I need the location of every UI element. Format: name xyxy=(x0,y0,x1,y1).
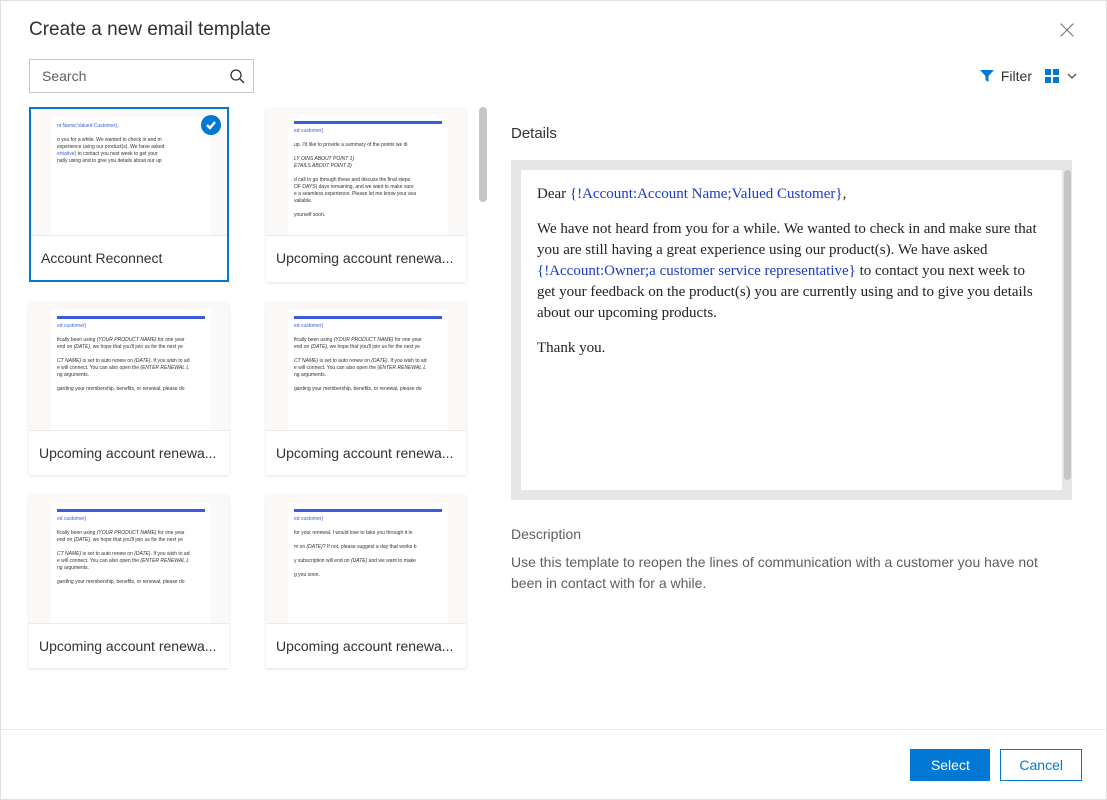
selected-check-icon xyxy=(201,115,221,135)
dialog-footer: Select Cancel xyxy=(1,729,1106,799)
gallery-scrollbar[interactable] xyxy=(479,107,487,202)
filter-label: Filter xyxy=(1001,68,1032,84)
right-tools: Filter xyxy=(979,68,1078,84)
preview-thanks: Thank you. xyxy=(537,338,1046,359)
template-card[interactable]: ed customer} fically been using (YOUR PR… xyxy=(29,495,229,668)
filter-button[interactable]: Filter xyxy=(979,68,1032,84)
template-card-label: Account Reconnect xyxy=(31,235,227,280)
template-card[interactable]: ed customer} for your renewal. I would l… xyxy=(266,495,466,668)
cancel-button[interactable]: Cancel xyxy=(1000,749,1082,781)
template-card-label: Upcoming account renewa... xyxy=(266,623,466,668)
view-toggle[interactable] xyxy=(1044,68,1078,84)
chevron-down-icon xyxy=(1066,70,1078,82)
template-thumbnail: nt Name;Valued Customer}, o you for a wh… xyxy=(31,109,227,235)
merge-field: {!Account:Owner;a customer service repre… xyxy=(537,263,856,279)
search-input[interactable] xyxy=(42,68,229,84)
template-preview: Dear {!Account:Account Name;Valued Custo… xyxy=(511,160,1072,500)
template-card-label: Upcoming account renewa... xyxy=(266,430,466,475)
template-thumbnail: ed customer} up. I'd like to provide a s… xyxy=(266,107,466,235)
dialog-title: Create a new email template xyxy=(29,19,271,41)
description-text: Use this template to reopen the lines of… xyxy=(511,552,1072,594)
filter-icon xyxy=(979,68,995,84)
dialog-header: Create a new email template xyxy=(1,1,1106,59)
details-heading: Details xyxy=(511,125,1072,142)
template-card-label: Upcoming account renewa... xyxy=(29,623,229,668)
merge-field: {!Account:Account Name;Valued Customer} xyxy=(570,186,843,202)
gallery-grid: nt Name;Valued Customer}, o you for a wh… xyxy=(29,107,481,698)
preview-text: We have not heard from you for a while. … xyxy=(537,221,1037,258)
preview-greeting: Dear {!Account:Account Name;Valued Custo… xyxy=(537,184,1046,205)
grid-icon xyxy=(1044,68,1060,84)
search-icon xyxy=(229,68,245,84)
template-card-label: Upcoming account renewa... xyxy=(29,430,229,475)
template-card[interactable]: ed customer} up. I'd like to provide a s… xyxy=(266,107,466,282)
details-pane: Details Dear {!Account:Account Name;Valu… xyxy=(491,107,1106,728)
template-card[interactable]: nt Name;Valued Customer}, o you for a wh… xyxy=(29,107,229,282)
template-card[interactable]: ed customer} fically been using (YOUR PR… xyxy=(29,302,229,475)
template-thumbnail: ed customer} fically been using (YOUR PR… xyxy=(266,302,466,430)
toolbar: Filter xyxy=(1,59,1106,107)
preview-content: Dear {!Account:Account Name;Valued Custo… xyxy=(521,170,1062,490)
template-card[interactable]: ed customer} fically been using (YOUR PR… xyxy=(266,302,466,475)
template-thumbnail: ed customer} fically been using (YOUR PR… xyxy=(29,302,229,430)
preview-scrollbar[interactable] xyxy=(1064,170,1071,480)
preview-text: , xyxy=(843,186,847,202)
preview-body: We have not heard from you for a while. … xyxy=(537,219,1046,324)
template-thumbnail: ed customer} fically been using (YOUR PR… xyxy=(29,495,229,623)
template-thumbnail: ed customer} for your renewal. I would l… xyxy=(266,495,466,623)
template-gallery: nt Name;Valued Customer}, o you for a wh… xyxy=(1,107,491,728)
preview-text: Dear xyxy=(537,186,570,202)
search-box[interactable] xyxy=(29,59,254,93)
template-card-label: Upcoming account renewa... xyxy=(266,235,466,280)
description-heading: Description xyxy=(511,526,1072,542)
select-button[interactable]: Select xyxy=(910,749,990,781)
close-icon[interactable] xyxy=(1056,19,1078,41)
main-content: nt Name;Valued Customer}, o you for a wh… xyxy=(1,107,1106,728)
